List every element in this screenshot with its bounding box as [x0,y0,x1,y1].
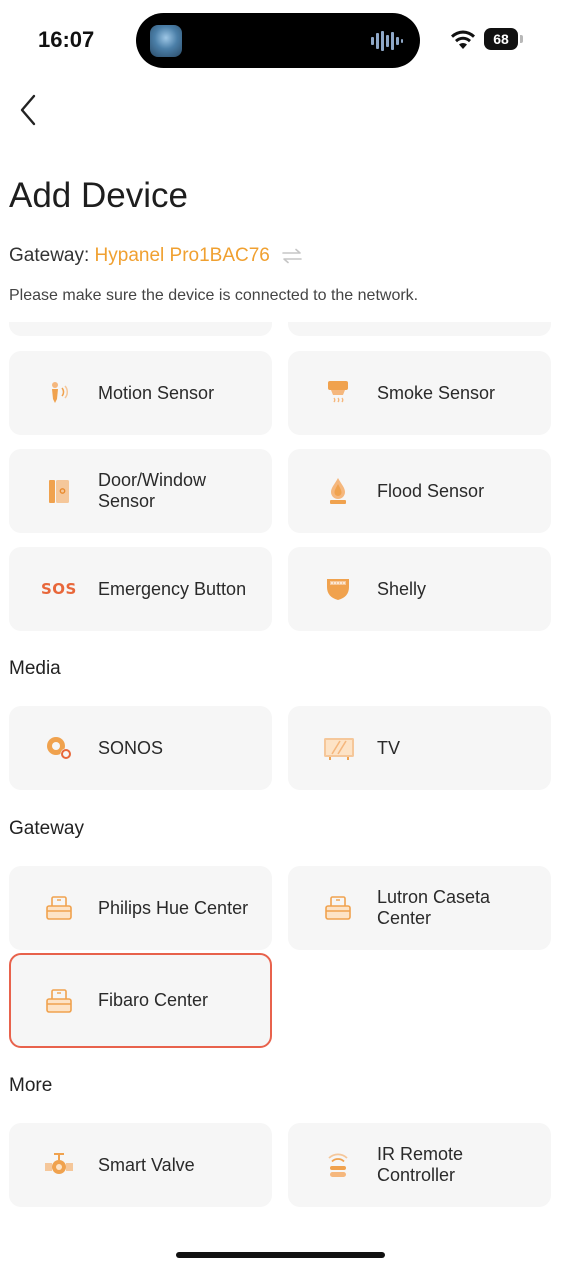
device-card-smart-valve[interactable]: Smart Valve [9,1123,272,1207]
device-card-shelly[interactable]: Shelly [288,547,551,631]
page-title: Add Device [9,176,188,215]
device-label: Motion Sensor [98,382,215,403]
device-label: Emergency Button [98,578,247,599]
network-hint: Please make sure the device is connected… [9,287,419,304]
hub-icon [46,989,72,1013]
device-label: Shelly [377,578,427,599]
device-card-emergency-button[interactable]: SOS Emergency Button [9,547,272,631]
gateway-name[interactable]: Hypanel Pro1BAC76 [95,245,270,266]
status-time: 16:07 [38,27,95,52]
device-label: Fibaro Center [98,990,209,1010]
device-label: Philips Hue Center [98,897,249,918]
device-label: Lutron Caseta Center [377,887,491,928]
device-card-ir-remote-controller[interactable]: IR Remote Controller [288,1123,551,1207]
device-label: TV [377,737,401,758]
device-card-tv[interactable]: TV [288,706,551,790]
partially-visible-card[interactable] [9,322,272,336]
smoke-sensor-icon [328,381,348,403]
partially-visible-card[interactable] [288,322,551,336]
dynamic-island [136,13,420,68]
wifi-icon [451,30,475,49]
sonos-icon [47,737,72,760]
home-indicator[interactable] [176,1252,385,1258]
gateway-label: Gateway: [9,245,90,266]
tv-icon [324,738,354,760]
device-card-sonos[interactable]: SONOS [9,706,272,790]
device-label: IR Remote Controller [377,1144,464,1185]
valve-icon [45,1153,73,1174]
hub-icon [46,896,72,920]
motion-sensor-icon [52,382,69,403]
device-label: SONOS [98,737,164,758]
hub-icon [325,896,351,920]
section-heading-gateway: Gateway [9,818,84,839]
gateway-selector[interactable]: Gateway: Hypanel Pro1BAC76 [9,245,303,267]
device-label: Flood Sensor [377,480,485,501]
device-label: Smoke Sensor [377,382,496,403]
battery-level: 68 [484,28,518,50]
device-card-motion-sensor[interactable]: Motion Sensor [9,351,272,435]
flood-sensor-icon [330,478,346,504]
door-window-sensor-icon [49,480,69,503]
now-playing-app-icon [150,25,182,57]
ir-remote-icon [328,1153,348,1177]
device-card-philips-hue-center[interactable]: Philips Hue Center [9,866,272,950]
device-card-flood-sensor[interactable]: Flood Sensor [288,449,551,533]
back-chevron-icon[interactable] [14,92,44,128]
battery-tip [520,35,523,43]
device-card-smoke-sensor[interactable]: Smoke Sensor [288,351,551,435]
device-card-lutron-caseta-center[interactable]: Lutron Caseta Center [288,866,551,950]
device-label: Smart Valve [98,1154,195,1175]
status-indicators: 68 [450,27,530,53]
device-label: Door/Window Sensor [98,470,207,511]
device-card-fibaro-center[interactable]: Fibaro Center [9,953,272,1048]
device-card-door-window-sensor[interactable]: Door/Window Sensor [9,449,272,533]
shelly-icon [327,579,349,600]
section-heading-more: More [9,1075,53,1096]
section-heading-media: Media [9,658,61,679]
audio-wave-icon [371,31,403,51]
switch-arrows-icon[interactable] [281,248,303,264]
sos-icon: SOS [41,580,77,598]
